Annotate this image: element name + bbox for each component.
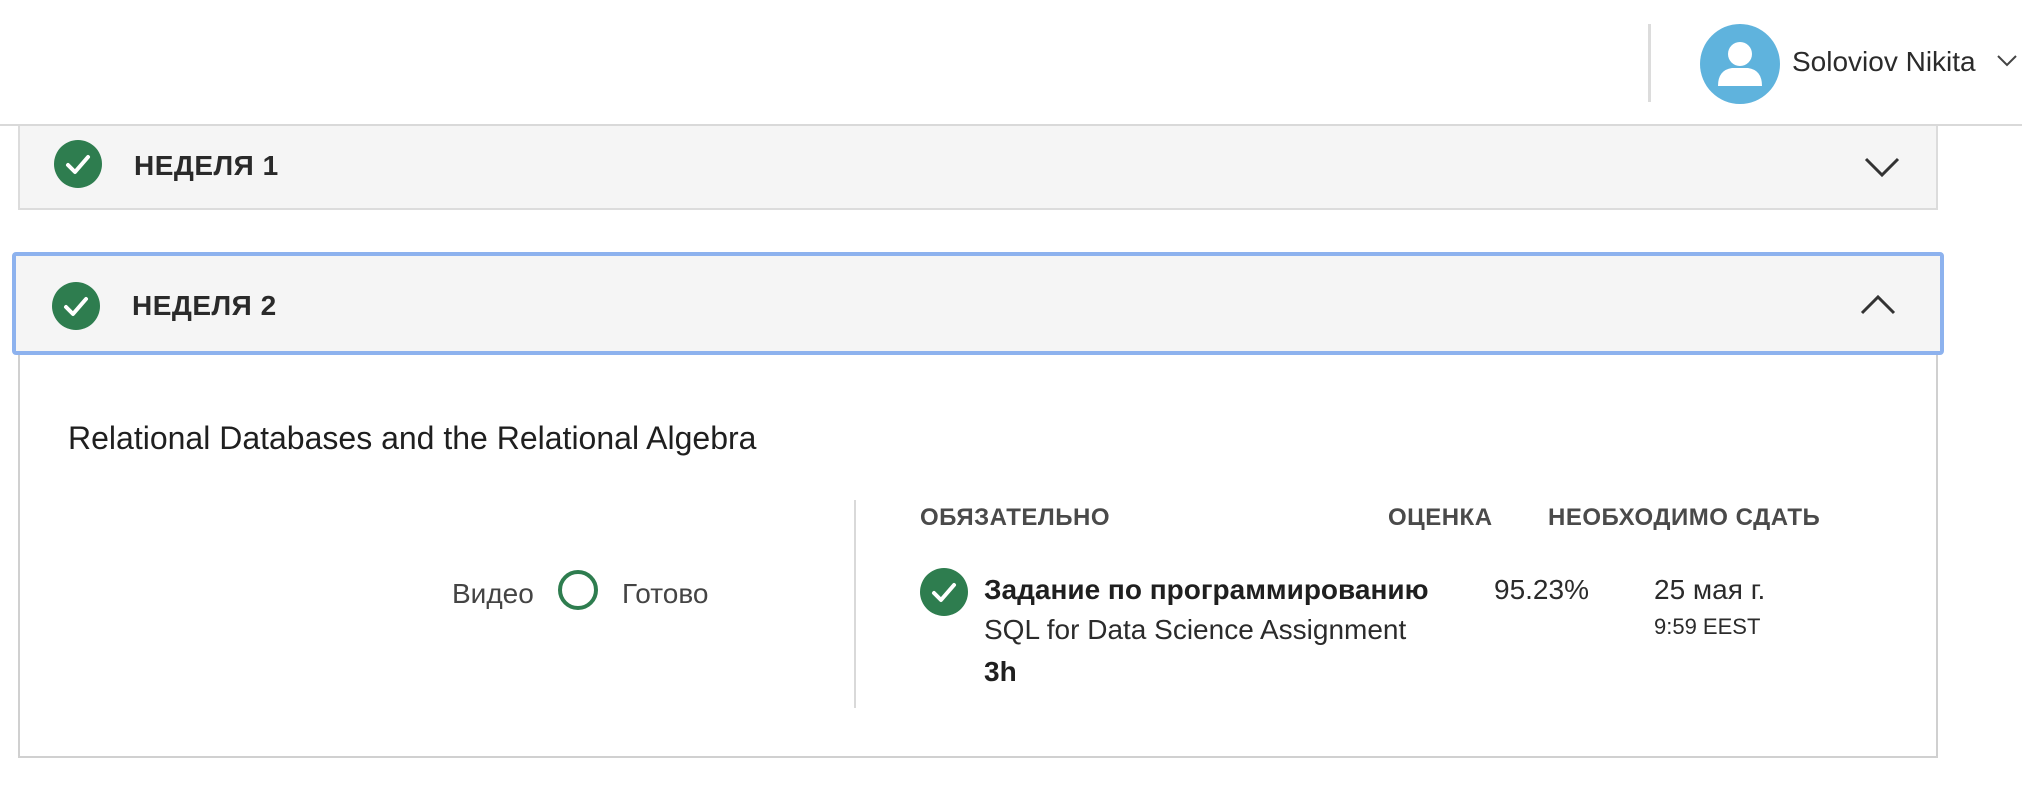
section-divider xyxy=(854,500,856,708)
item-type-link[interactable]: Задание по программированию xyxy=(984,574,1429,606)
header-divider xyxy=(1648,24,1651,102)
top-header: Soloviov Nikita xyxy=(0,0,2022,126)
progress-label-video: Видео xyxy=(452,578,534,609)
user-name[interactable]: Soloviov Nikita xyxy=(1792,46,1976,78)
completed-check-icon xyxy=(52,282,100,330)
progress-label-done: Готово xyxy=(622,578,709,609)
module-title: Relational Databases and the Relational … xyxy=(68,420,757,456)
week-title: НЕДЕЛЯ 1 xyxy=(134,150,279,181)
item-name-link[interactable]: SQL for Data Science Assignment xyxy=(984,614,1406,646)
column-due: НЕОБХОДИМО СДАТЬ xyxy=(1548,504,1821,531)
item-duration: 3h xyxy=(984,656,1017,687)
chevron-down-icon[interactable] xyxy=(1996,54,2018,68)
completed-check-icon xyxy=(920,568,968,616)
chevron-down-icon[interactable] xyxy=(1864,156,1900,178)
progress-ring-icon xyxy=(558,570,598,610)
column-grade: ОЦЕНКА xyxy=(1388,504,1493,531)
week-title: НЕДЕЛЯ 2 xyxy=(132,290,277,321)
item-due-date: 25 мая г. xyxy=(1654,574,1766,605)
item-grade: 95.23% xyxy=(1494,574,1589,605)
item-due-time: 9:59 EEST xyxy=(1654,614,1761,639)
user-silhouette-icon xyxy=(1718,42,1762,86)
user-avatar[interactable] xyxy=(1700,24,1780,104)
column-required: ОБЯЗАТЕЛЬНО xyxy=(920,504,1110,531)
week-2-header[interactable]: НЕДЕЛЯ 2 xyxy=(12,252,1944,355)
chevron-up-icon[interactable] xyxy=(1860,294,1896,316)
week-1-header[interactable]: НЕДЕЛЯ 1 xyxy=(18,126,1938,210)
completed-check-icon xyxy=(54,140,102,188)
